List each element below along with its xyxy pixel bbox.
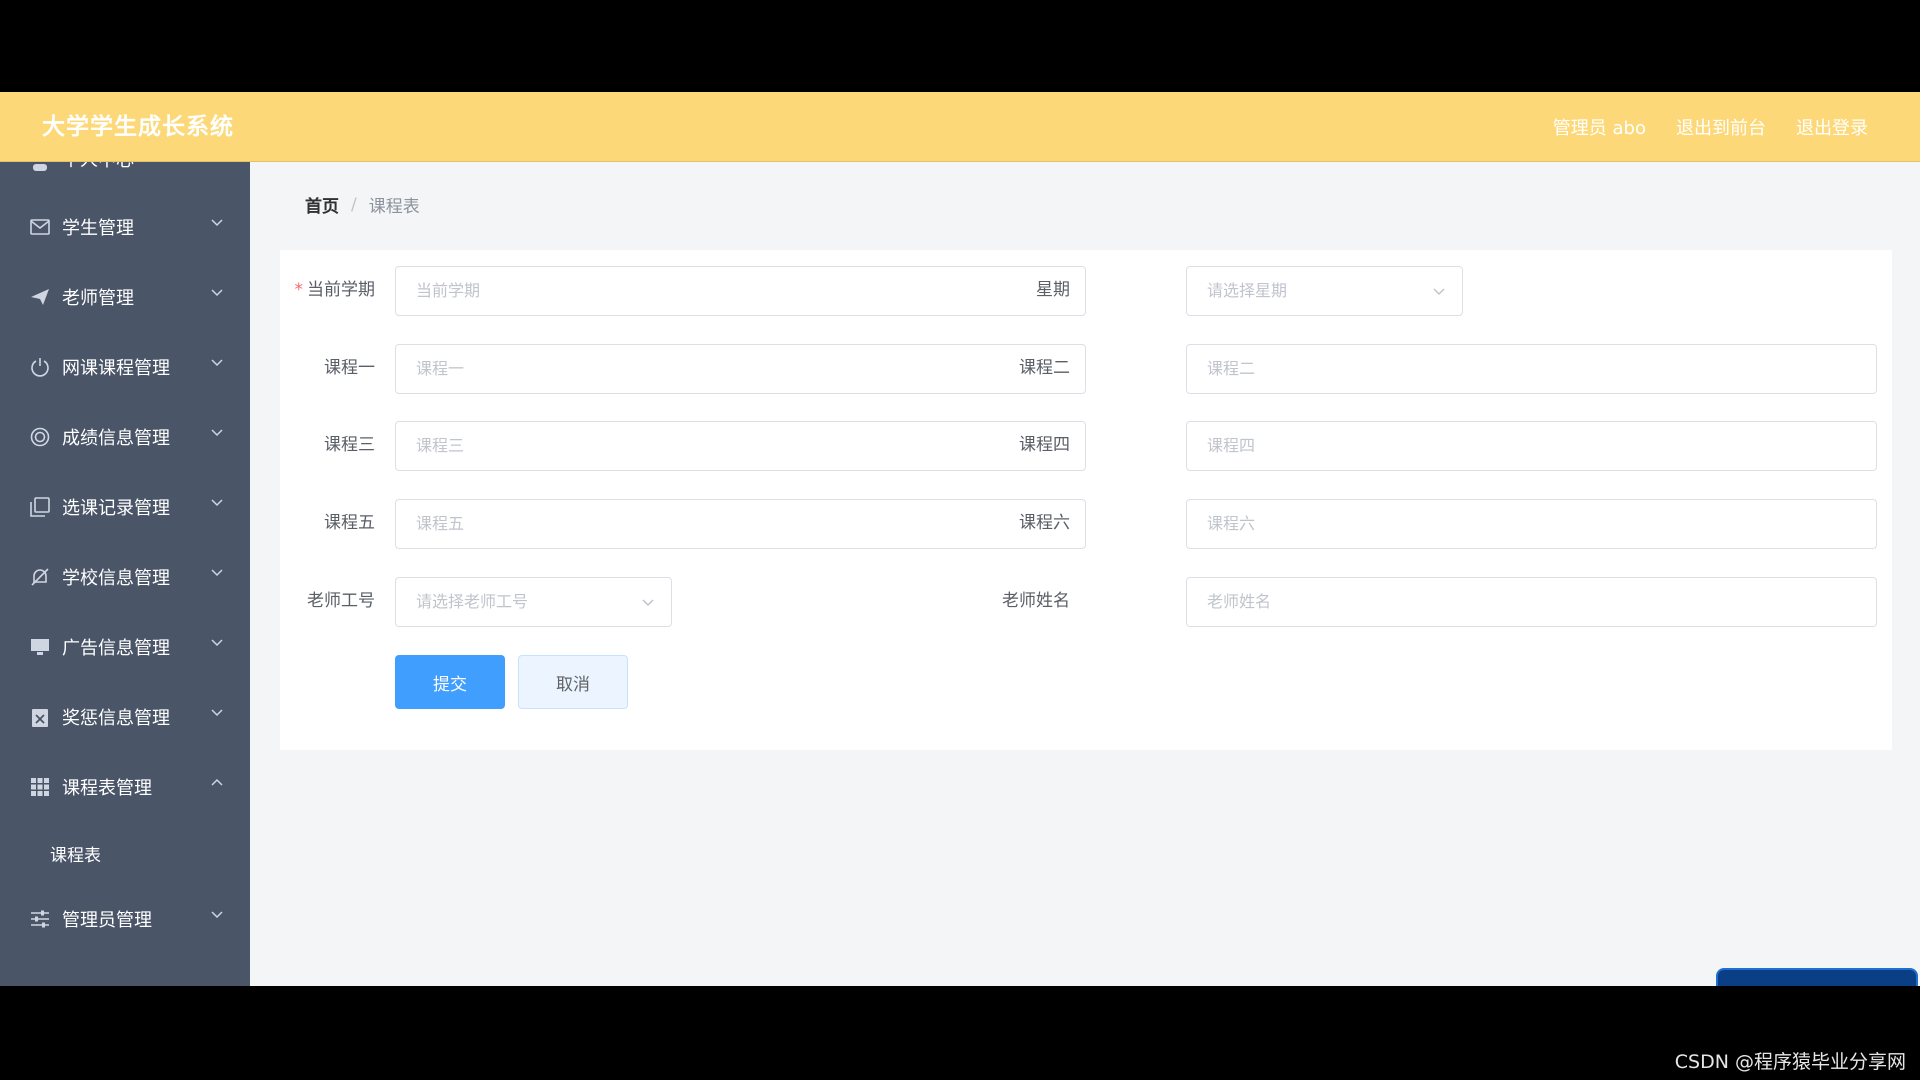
sidebar-subitem-timetable[interactable]: 课程表	[0, 822, 250, 884]
admin-label[interactable]: 管理员 abo	[1553, 114, 1646, 140]
top-bar: 大学学生成长系统 管理员 abo 退出到前台 退出登录	[0, 92, 1920, 162]
course2-input[interactable]: 课程二	[1186, 344, 1877, 394]
logout-link[interactable]: 退出登录	[1796, 114, 1868, 140]
main-content: 首页 / 课程表 * 当前学期 当前学期 星期 请选择星期 课程一 课程一 课程二…	[250, 162, 1920, 986]
sidebar-item-teachers[interactable]: 老师管理	[0, 262, 250, 332]
chevron-down-icon	[211, 359, 223, 367]
monitor-icon	[30, 637, 50, 657]
sidebar-item-label: 个人中心	[62, 162, 134, 172]
breadcrumb-separator: /	[351, 194, 357, 215]
floating-widget[interactable]	[1716, 968, 1918, 986]
sidebar: 个人中心 学生管理 老师管理 网课课程管理	[0, 162, 250, 986]
app-window: 大学学生成长系统 管理员 abo 退出到前台 退出登录 个人中心 学生管理	[0, 92, 1920, 986]
chevron-down-icon	[211, 709, 223, 717]
submit-button[interactable]: 提交	[395, 655, 505, 709]
target-icon	[30, 427, 50, 447]
sidebar-item-admins[interactable]: 管理员管理	[0, 884, 250, 954]
copy-icon	[30, 497, 50, 517]
course3-label: 课程三	[324, 435, 375, 455]
sidebar-item-ads[interactable]: 广告信息管理	[0, 612, 250, 682]
sidebar-item-timetable[interactable]: 课程表管理	[0, 752, 250, 822]
teacher-id-select[interactable]: 请选择老师工号	[395, 577, 672, 627]
chevron-down-icon	[211, 499, 223, 507]
sidebar-item-online-courses[interactable]: 网课课程管理	[0, 332, 250, 402]
back-to-front-link[interactable]: 退出到前台	[1676, 114, 1766, 140]
sidebar-item-label: 管理员管理	[62, 910, 152, 931]
chevron-down-icon	[1433, 288, 1445, 296]
sidebar-item-label: 老师管理	[62, 288, 134, 309]
top-links: 管理员 abo 退出到前台 退出登录	[1553, 92, 1868, 162]
sidebar-item-profile[interactable]: 个人中心	[0, 162, 250, 172]
sidebar-item-grades[interactable]: 成绩信息管理	[0, 402, 250, 472]
bell-off-icon	[30, 567, 50, 587]
teacher-id-label: 老师工号	[307, 591, 375, 611]
breadcrumb-current: 课程表	[368, 197, 420, 217]
cancel-button[interactable]: 取消	[518, 655, 628, 709]
sidebar-item-students[interactable]: 学生管理	[0, 192, 250, 262]
teacher-name-input[interactable]: 老师姓名	[1186, 577, 1877, 627]
chevron-down-icon	[211, 569, 223, 577]
course2-label: 课程二	[1019, 358, 1070, 378]
weekday-label: 星期	[1036, 280, 1070, 300]
weekday-select[interactable]: 请选择星期	[1186, 266, 1463, 316]
sidebar-item-label: 课程表管理	[62, 778, 152, 799]
chevron-down-icon	[211, 219, 223, 227]
sidebar-item-course-selection[interactable]: 选课记录管理	[0, 472, 250, 542]
send-icon	[30, 287, 50, 307]
sidebar-item-label: 奖惩信息管理	[62, 708, 170, 729]
sliders-icon	[30, 909, 50, 929]
clipboard-x-icon	[30, 707, 50, 727]
breadcrumb-home[interactable]: 首页	[305, 192, 339, 217]
sidebar-item-school-info[interactable]: 学校信息管理	[0, 542, 250, 612]
grid-icon	[30, 777, 50, 797]
chevron-down-icon	[211, 639, 223, 647]
chevron-down-icon	[642, 599, 654, 607]
sidebar-item-label: 选课记录管理	[62, 498, 170, 519]
breadcrumb: 首页 / 课程表	[305, 192, 420, 218]
semester-label: * 当前学期	[294, 280, 376, 300]
app-title: 大学学生成长系统	[42, 114, 234, 140]
chevron-down-icon	[211, 429, 223, 437]
watermark: CSDN @程序猿毕业分享网	[1674, 1051, 1906, 1073]
sidebar-item-label: 学校信息管理	[62, 568, 170, 589]
course6-input[interactable]: 课程六	[1186, 499, 1877, 549]
sidebar-item-rewards[interactable]: 奖惩信息管理	[0, 682, 250, 752]
sidebar-item-label: 成绩信息管理	[62, 428, 170, 449]
mail-icon	[30, 217, 50, 237]
required-mark: *	[294, 280, 304, 300]
timetable-form: * 当前学期 当前学期 星期 请选择星期 课程一 课程一 课程二 课程二 课程三 …	[280, 250, 1892, 750]
screen: 大学学生成长系统 管理员 abo 退出到前台 退出登录 个人中心 学生管理	[0, 0, 1920, 1080]
course5-label: 课程五	[324, 513, 375, 533]
sidebar-item-label: 广告信息管理	[62, 638, 170, 659]
user-icon	[30, 162, 50, 172]
sidebar-item-label: 学生管理	[62, 218, 134, 239]
course6-label: 课程六	[1019, 513, 1070, 533]
course1-label: 课程一	[324, 358, 375, 378]
teacher-name-label: 老师姓名	[1002, 591, 1070, 611]
chevron-down-icon	[211, 289, 223, 297]
chevron-down-icon	[211, 911, 223, 919]
sidebar-item-label: 网课课程管理	[62, 358, 170, 379]
chevron-up-icon	[211, 778, 223, 786]
power-icon	[30, 357, 50, 377]
course4-label: 课程四	[1019, 435, 1070, 455]
course4-input[interactable]: 课程四	[1186, 421, 1877, 471]
